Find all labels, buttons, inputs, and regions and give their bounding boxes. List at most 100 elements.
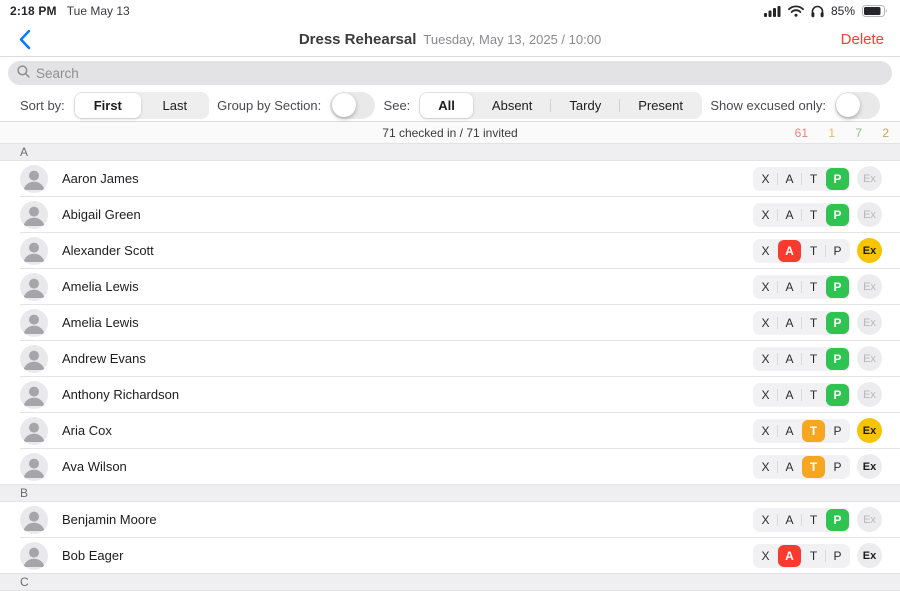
status-option-x[interactable]: X bbox=[754, 456, 777, 478]
status-option-x[interactable]: X bbox=[754, 420, 777, 442]
delete-button[interactable]: Delete bbox=[841, 31, 884, 48]
show-excused-toggle[interactable] bbox=[834, 91, 880, 119]
status-option-p[interactable]: P bbox=[826, 456, 849, 478]
person-row: Aria Cox X A T P Ex bbox=[0, 412, 900, 448]
status-segmented-control: XATP bbox=[753, 166, 850, 191]
status-option-a[interactable]: A bbox=[778, 384, 801, 406]
person-name: Abigail Green bbox=[62, 207, 141, 222]
status-option-t[interactable]: T bbox=[802, 384, 825, 406]
attendance-controls: X A T P Ex bbox=[753, 238, 882, 263]
status-option-p[interactable]: P bbox=[826, 383, 849, 406]
status-option-a[interactable]: A bbox=[778, 456, 801, 478]
status-segmented-control: XATP bbox=[753, 238, 850, 263]
status-option-t[interactable]: T bbox=[802, 276, 825, 298]
see-filter-group: See: All Absent Tardy Present bbox=[384, 91, 703, 119]
excused-button[interactable]: Ex bbox=[857, 418, 882, 443]
group-by-section-toggle[interactable] bbox=[330, 91, 376, 119]
status-option-t[interactable]: T bbox=[802, 168, 825, 190]
attendance-controls: X A T P Ex bbox=[753, 274, 882, 299]
see-option-present[interactable]: Present bbox=[620, 93, 701, 118]
status-option-x[interactable]: X bbox=[754, 312, 777, 334]
status-option-t[interactable]: T bbox=[802, 204, 825, 226]
status-option-t[interactable]: T bbox=[802, 312, 825, 334]
status-option-p[interactable]: P bbox=[826, 167, 849, 190]
battery-percent: 85% bbox=[830, 4, 855, 18]
clock-time: 2:18 PM bbox=[10, 4, 57, 18]
status-option-t[interactable]: T bbox=[802, 348, 825, 370]
status-option-x[interactable]: X bbox=[754, 545, 777, 567]
excused-button[interactable]: Ex bbox=[857, 238, 882, 263]
back-button[interactable] bbox=[18, 29, 32, 50]
search-area: Search bbox=[0, 57, 900, 89]
sort-by-group: Sort by: First Last bbox=[20, 91, 209, 119]
status-option-a[interactable]: A bbox=[778, 239, 801, 262]
status-option-t[interactable]: T bbox=[802, 419, 825, 442]
status-count: 2 bbox=[882, 125, 889, 140]
person-avatar-icon bbox=[20, 308, 48, 337]
excused-button: Ex bbox=[857, 346, 882, 371]
person-avatar-icon bbox=[20, 164, 48, 193]
status-option-p[interactable]: P bbox=[826, 508, 849, 531]
status-option-x[interactable]: X bbox=[754, 168, 777, 190]
person-row: Amelia Lewis X A T P Ex bbox=[0, 304, 900, 340]
status-option-x[interactable]: X bbox=[754, 348, 777, 370]
person-row: Aaron James X A T P Ex bbox=[0, 161, 900, 196]
person-row: Anthony Richardson X A T P Ex bbox=[0, 376, 900, 412]
status-option-t[interactable]: T bbox=[802, 455, 825, 478]
status-option-t[interactable]: T bbox=[802, 240, 825, 262]
status-option-p[interactable]: P bbox=[826, 240, 849, 262]
summary-bar: 71 checked in / 71 invited 61 1 7 2 bbox=[0, 122, 900, 143]
show-excused-label: Show excused only: bbox=[710, 97, 826, 113]
status-option-x[interactable]: X bbox=[754, 276, 777, 298]
status-option-a[interactable]: A bbox=[778, 312, 801, 334]
status-option-p[interactable]: P bbox=[826, 420, 849, 442]
status-option-a[interactable]: A bbox=[778, 509, 801, 531]
excused-button: Ex bbox=[857, 310, 882, 335]
person-row: Ava Wilson X A T P Ex bbox=[0, 448, 900, 484]
status-option-x[interactable]: X bbox=[754, 204, 777, 226]
status-option-x[interactable]: X bbox=[754, 509, 777, 531]
status-option-t[interactable]: T bbox=[802, 545, 825, 567]
status-count: 61 bbox=[794, 125, 808, 140]
status-option-x[interactable]: X bbox=[754, 384, 777, 406]
status-segmented-control: XATP bbox=[753, 507, 850, 532]
attendance-list[interactable]: A Aaron James X A T P Ex Abigail Green X A T P Ex Ale… bbox=[0, 143, 900, 591]
attendance-controls: X A T P Ex bbox=[753, 418, 882, 443]
person-name: Andrew Evans bbox=[62, 351, 146, 366]
magnifier-icon bbox=[17, 65, 30, 81]
person-name: Amelia Lewis bbox=[62, 279, 139, 294]
person-name: Aaron James bbox=[62, 171, 139, 186]
status-option-p[interactable]: P bbox=[826, 275, 849, 298]
status-option-a[interactable]: A bbox=[778, 544, 801, 567]
sort-option-last[interactable]: Last bbox=[142, 93, 208, 118]
person-avatar-icon bbox=[20, 200, 48, 229]
status-option-p[interactable]: P bbox=[826, 545, 849, 567]
excused-button: Ex bbox=[857, 382, 882, 407]
excused-button: Ex bbox=[857, 507, 882, 532]
search-input[interactable]: Search bbox=[8, 61, 892, 85]
status-option-a[interactable]: A bbox=[778, 276, 801, 298]
wifi-icon bbox=[788, 5, 804, 17]
attendance-controls: X A T P Ex bbox=[753, 310, 882, 335]
see-option-tardy[interactable]: Tardy bbox=[551, 93, 619, 118]
status-option-a[interactable]: A bbox=[778, 420, 801, 442]
status-option-p[interactable]: P bbox=[826, 203, 849, 226]
excused-button[interactable]: Ex bbox=[857, 543, 882, 568]
section-header-a: A bbox=[0, 143, 900, 161]
excused-button[interactable]: Ex bbox=[857, 454, 882, 479]
person-avatar-icon bbox=[20, 236, 48, 265]
status-option-a[interactable]: A bbox=[778, 348, 801, 370]
status-option-p[interactable]: P bbox=[826, 347, 849, 370]
status-option-a[interactable]: A bbox=[778, 168, 801, 190]
see-option-absent[interactable]: Absent bbox=[474, 93, 550, 118]
status-option-p[interactable]: P bbox=[826, 311, 849, 334]
person-name: Amelia Lewis bbox=[62, 315, 139, 330]
sort-option-first[interactable]: First bbox=[74, 92, 141, 118]
status-segmented-control: XATP bbox=[753, 418, 850, 443]
status-option-t[interactable]: T bbox=[802, 509, 825, 531]
status-segmented-control: XATP bbox=[753, 202, 850, 227]
status-count: 7 bbox=[855, 125, 862, 140]
see-option-all[interactable]: All bbox=[420, 92, 473, 118]
status-option-a[interactable]: A bbox=[778, 204, 801, 226]
status-option-x[interactable]: X bbox=[754, 240, 777, 262]
